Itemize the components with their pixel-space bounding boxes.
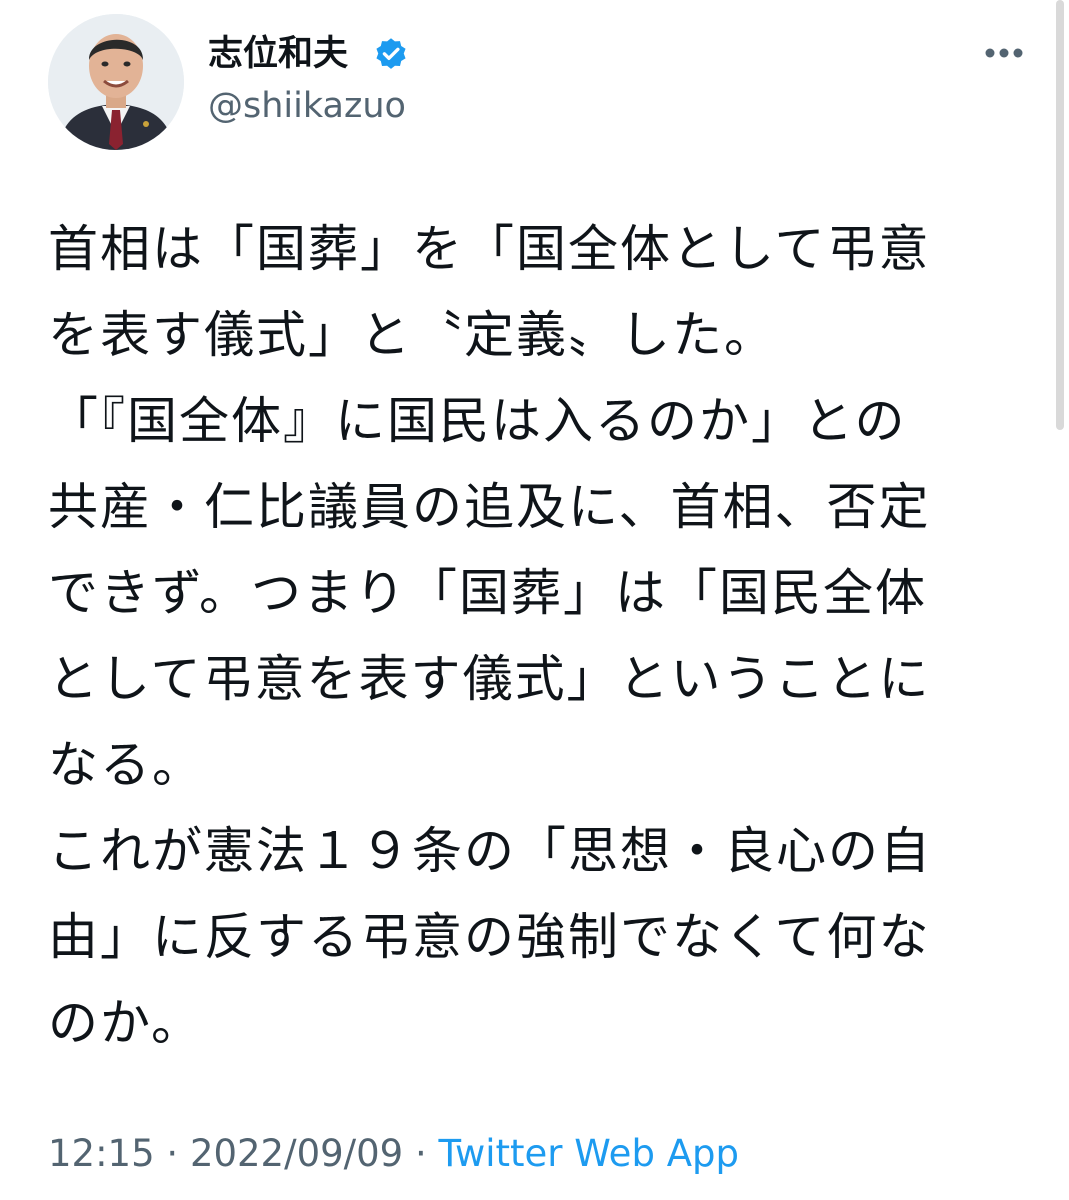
tweet-text: 首相は「国葬」を「国全体として弔意 を表す儀式」と〝定義〟した。 「『国全体』に…: [48, 206, 1028, 1066]
tweet-text-line: 由」に反する弔意の強制でなくて何な: [48, 908, 931, 966]
tweet-text-line: として弔意を表す儀式」ということに: [48, 650, 931, 708]
tweet-text-line: を表す儀式」と〝定義〟した。: [48, 306, 776, 364]
handle[interactable]: @shiikazuo: [208, 84, 406, 128]
tweet-text-line: 首相は「国葬」を「国全体として弔意: [48, 220, 931, 278]
tweet-text-line: なる。: [48, 736, 204, 794]
profile-photo-icon: [48, 14, 184, 150]
display-name[interactable]: 志位和夫: [208, 30, 348, 78]
tweet-text-line: 共産・仁比議員の追及に、首相、否定: [48, 478, 931, 536]
tweet-date[interactable]: 2022/09/09: [190, 1132, 403, 1175]
avatar[interactable]: [48, 14, 184, 150]
tweet-text-line: のか。: [48, 994, 203, 1052]
tweet-text-line: できず。つまり「国葬」は「国民全体: [48, 564, 927, 622]
verified-badge-icon: [376, 38, 406, 69]
more-options-icon[interactable]: [983, 38, 1025, 68]
meta-separator: ·: [154, 1132, 190, 1175]
tweet-card: 志位和夫 @shiikazuo 首相は「国葬」を「国全体として弔意 を表す儀式」…: [0, 0, 1069, 1200]
tweet-time[interactable]: 12:15: [48, 1132, 155, 1175]
tweet-text-line: これが憲法１９条の「思想・良心の自: [48, 822, 932, 880]
tweet-source-link[interactable]: Twitter Web App: [439, 1132, 739, 1175]
tweet-metadata: 12:15 · 2022/09/09 · Twitter Web App: [48, 1130, 739, 1178]
scrollbar[interactable]: [1056, 0, 1064, 430]
meta-separator: ·: [403, 1132, 439, 1175]
tweet-text-line: 「『国全体』に国民は入るのか」との: [48, 392, 907, 450]
